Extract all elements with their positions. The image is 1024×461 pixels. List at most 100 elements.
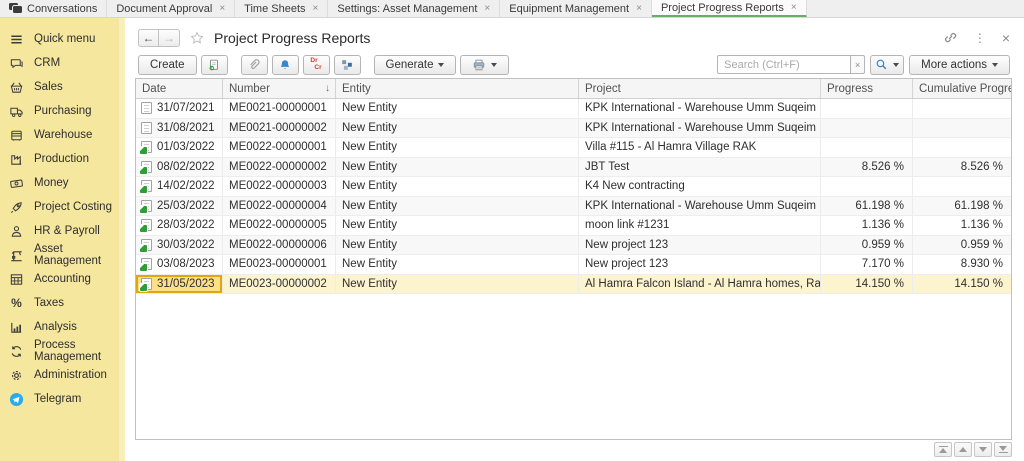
column-header-project[interactable]: Project — [579, 79, 821, 98]
tab-project-progress-reports[interactable]: Project Progress Reports × — [652, 0, 807, 17]
progress-cell[interactable]: 0.959 % — [821, 236, 913, 255]
sidebar-item-warehouse[interactable]: Warehouse — [0, 123, 125, 147]
tab-document-approval[interactable]: Document Approval × — [107, 0, 235, 17]
sidebar-item-telegram[interactable]: Telegram — [0, 387, 125, 411]
table-row[interactable]: 14/02/2022 ME0022-00000003 New Entity K4… — [136, 177, 1011, 197]
entity-cell[interactable]: New Entity — [336, 216, 579, 235]
sidebar-item-money[interactable]: Money — [0, 171, 125, 195]
go-to-top-button[interactable] — [934, 442, 952, 457]
date-cell[interactable]: 30/03/2022 — [136, 236, 223, 255]
generate-button[interactable]: Generate — [374, 55, 457, 75]
reminders-button[interactable] — [272, 55, 299, 75]
create-button[interactable]: Create — [138, 55, 197, 75]
table-row-selected[interactable]: 31/05/2023 ME0023-00000002 New Entity Al… — [136, 275, 1011, 295]
number-cell[interactable]: ME0021-00000002 — [223, 119, 336, 138]
number-cell[interactable]: ME0022-00000002 — [223, 158, 336, 177]
more-actions-button[interactable]: More actions — [909, 55, 1010, 75]
project-cell[interactable]: KPK International - Warehouse Umm Suqeim — [579, 99, 821, 118]
number-cell[interactable]: ME0022-00000003 — [223, 177, 336, 196]
back-button[interactable]: ← — [138, 29, 159, 47]
entity-cell[interactable]: New Entity — [336, 99, 579, 118]
sidebar-item-accounting[interactable]: Accounting — [0, 267, 125, 291]
sidebar-item-taxes[interactable]: % Taxes — [0, 291, 125, 315]
date-cell-current[interactable]: 31/05/2023 — [136, 275, 223, 294]
tab-conversations[interactable]: Conversations — [0, 0, 107, 17]
entity-cell[interactable]: New Entity — [336, 177, 579, 196]
project-cell[interactable]: New project 123 — [579, 236, 821, 255]
close-icon[interactable]: × — [219, 4, 225, 14]
number-cell[interactable]: ME0022-00000006 — [223, 236, 336, 255]
advanced-search-button[interactable] — [870, 55, 904, 75]
forward-button[interactable]: → — [159, 29, 180, 47]
entity-cell[interactable]: New Entity — [336, 236, 579, 255]
project-cell[interactable]: KPK International - Warehouse Umm Suqeim — [579, 119, 821, 138]
entity-cell[interactable]: New Entity — [336, 138, 579, 157]
table-row[interactable]: 01/03/2022 ME0022-00000001 New Entity Vi… — [136, 138, 1011, 158]
date-cell[interactable]: 01/03/2022 — [136, 138, 223, 157]
project-cell[interactable]: Al Hamra Falcon Island - Al Hamra homes,… — [579, 275, 821, 294]
cumulative-progress-cell[interactable] — [913, 99, 1011, 118]
close-form-icon[interactable]: × — [1002, 31, 1010, 45]
date-cell[interactable]: 25/03/2022 — [136, 197, 223, 216]
cumulative-progress-cell[interactable]: 8.526 % — [913, 158, 1011, 177]
go-to-bottom-button[interactable] — [994, 442, 1012, 457]
cumulative-progress-cell[interactable]: 1.136 % — [913, 216, 1011, 235]
column-header-number[interactable]: Number ↓ — [223, 79, 336, 98]
page-up-button[interactable] — [954, 442, 972, 457]
close-icon[interactable]: × — [484, 4, 490, 14]
column-header-entity[interactable]: Entity — [336, 79, 579, 98]
date-cell[interactable]: 28/03/2022 — [136, 216, 223, 235]
number-cell[interactable]: ME0023-00000002 — [223, 275, 336, 294]
table-row[interactable]: 28/03/2022 ME0022-00000005 New Entity mo… — [136, 216, 1011, 236]
project-cell[interactable]: K4 New contracting — [579, 177, 821, 196]
column-header-date[interactable]: Date — [136, 79, 223, 98]
table-row[interactable]: 31/08/2021 ME0021-00000002 New Entity KP… — [136, 119, 1011, 139]
progress-cell[interactable]: 61.198 % — [821, 197, 913, 216]
entity-cell[interactable]: New Entity — [336, 255, 579, 274]
sidebar-item-purchasing[interactable]: Purchasing — [0, 99, 125, 123]
sidebar-item-process-management[interactable]: Process Management — [0, 339, 125, 363]
cumulative-progress-cell[interactable]: 8.930 % — [913, 255, 1011, 274]
entity-cell[interactable]: New Entity — [336, 197, 579, 216]
create-by-copy-button[interactable] — [201, 55, 228, 75]
number-cell[interactable]: ME0021-00000001 — [223, 99, 336, 118]
cumulative-progress-cell[interactable]: 61.198 % — [913, 197, 1011, 216]
sidebar-item-project-costing[interactable]: Project Costing — [0, 195, 125, 219]
entity-cell[interactable]: New Entity — [336, 275, 579, 294]
print-button[interactable] — [460, 55, 509, 75]
cumulative-progress-cell[interactable]: 0.959 % — [913, 236, 1011, 255]
table-row[interactable]: 30/03/2022 ME0022-00000006 New Entity Ne… — [136, 236, 1011, 256]
page-down-button[interactable] — [974, 442, 992, 457]
attachments-button[interactable] — [241, 55, 268, 75]
posting-drcr-button[interactable]: DrCr — [303, 55, 330, 75]
sidebar-item-hr-payroll[interactable]: HR & Payroll — [0, 219, 125, 243]
entity-cell[interactable]: New Entity — [336, 119, 579, 138]
progress-cell[interactable] — [821, 119, 913, 138]
sidebar-item-production[interactable]: Production — [0, 147, 125, 171]
date-cell[interactable]: 31/08/2021 — [136, 119, 223, 138]
date-cell[interactable]: 14/02/2022 — [136, 177, 223, 196]
more-menu-icon[interactable]: ⋮ — [974, 31, 986, 45]
progress-cell[interactable] — [821, 99, 913, 118]
related-documents-button[interactable] — [334, 55, 361, 75]
date-cell[interactable]: 31/07/2021 — [136, 99, 223, 118]
close-icon[interactable]: × — [313, 4, 319, 14]
clear-search-button[interactable]: × — [850, 55, 865, 74]
progress-cell[interactable] — [821, 177, 913, 196]
sidebar-item-crm[interactable]: CRM — [0, 51, 125, 75]
number-cell[interactable]: ME0023-00000001 — [223, 255, 336, 274]
sidebar-item-sales[interactable]: Sales — [0, 75, 125, 99]
column-header-progress[interactable]: Progress — [821, 79, 913, 98]
project-cell[interactable]: Villa #115 - Al Hamra Village RAK — [579, 138, 821, 157]
table-row[interactable]: 08/02/2022 ME0022-00000002 New Entity JB… — [136, 158, 1011, 178]
project-cell[interactable]: New project 123 — [579, 255, 821, 274]
sidebar-item-asset-management[interactable]: Asset Management — [0, 243, 125, 267]
project-cell[interactable]: moon link #1231 — [579, 216, 821, 235]
close-icon[interactable]: × — [791, 3, 797, 13]
progress-cell[interactable]: 1.136 % — [821, 216, 913, 235]
close-icon[interactable]: × — [636, 4, 642, 14]
sidebar-item-quick-menu[interactable]: Quick menu — [0, 27, 125, 51]
table-row[interactable]: 03/08/2023 ME0023-00000001 New Entity Ne… — [136, 255, 1011, 275]
cumulative-progress-cell[interactable]: 14.150 % — [913, 275, 1011, 294]
tab-equipment-management[interactable]: Equipment Management × — [500, 0, 652, 17]
